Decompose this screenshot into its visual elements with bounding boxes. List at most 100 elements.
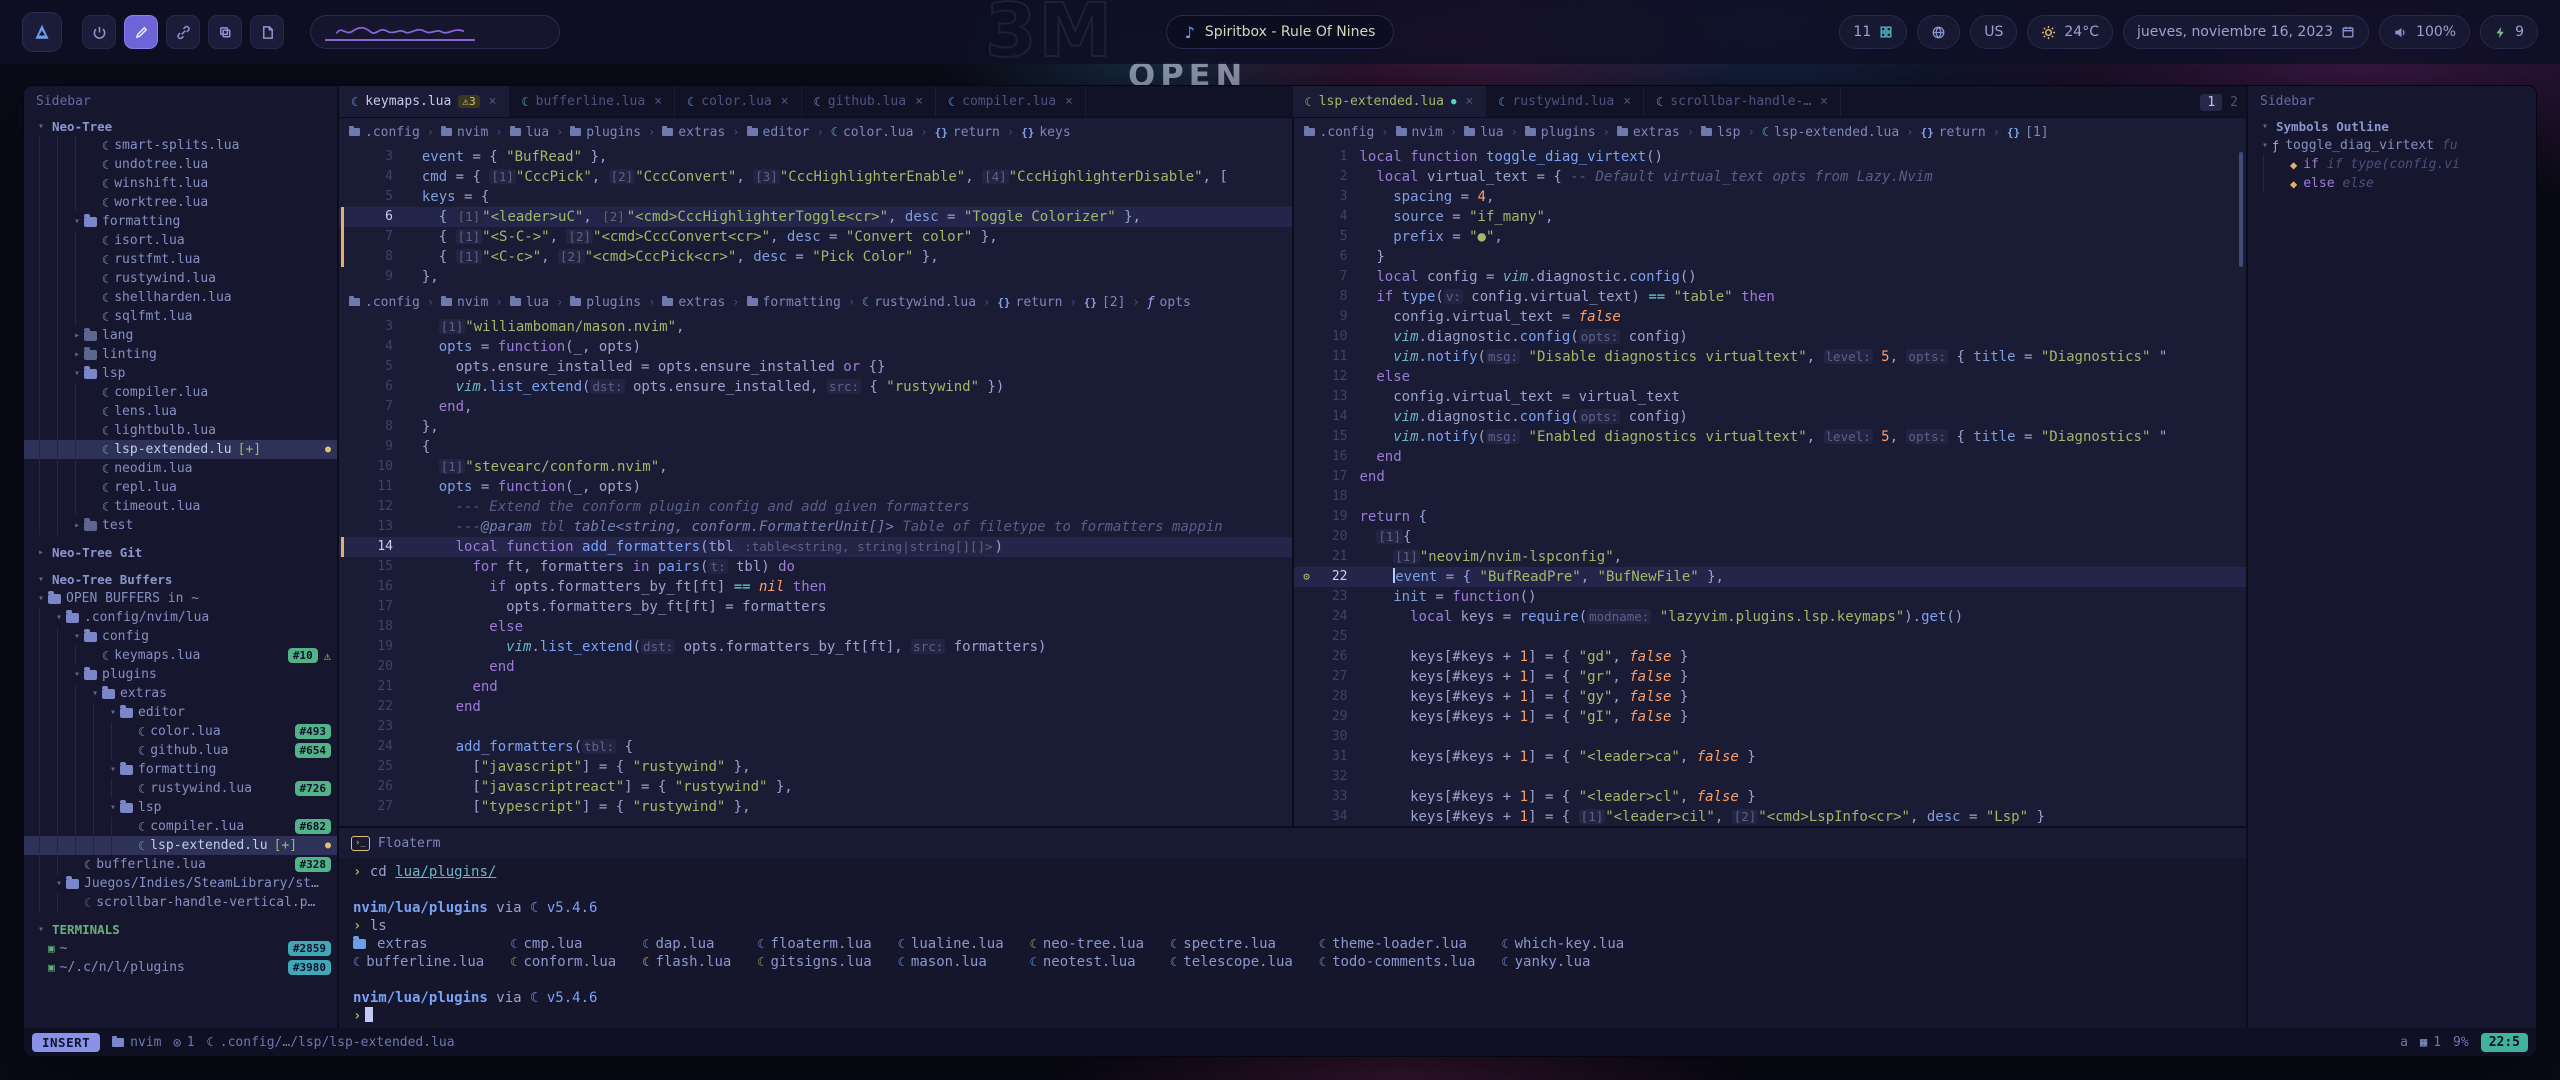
tree-item-plugins[interactable]: ▾plugins	[24, 665, 337, 684]
tree-item-.config/nvim/lua[interactable]: ▾.config/nvim/lua	[24, 608, 337, 627]
breadcrumb-segment[interactable]: {}[2]	[1084, 295, 1126, 310]
tree-item-lsp[interactable]: ▾lsp	[24, 798, 337, 817]
tab-bufferline.lua[interactable]: ☾bufferline.lua×	[509, 86, 675, 117]
tree-item-rustfmt.lua[interactable]: ☾rustfmt.lua	[24, 250, 337, 269]
outline-item-if[interactable]: ◆ifif type(config.vi	[2248, 155, 2536, 174]
symbols-outline-header[interactable]: ▾ Symbols Outline	[2248, 116, 2536, 136]
breadcrumb-segment[interactable]: {}return	[935, 125, 1000, 140]
breadcrumb-segment[interactable]: lua	[510, 295, 549, 310]
breadcrumb-segment[interactable]: plugins	[1525, 125, 1596, 140]
breadcrumb-segment[interactable]: lsp	[1701, 125, 1740, 140]
breadcrumb-segment[interactable]: ☾lsp-extended.lua	[1762, 125, 1899, 140]
breadcrumb-segment[interactable]: nvim	[441, 295, 488, 310]
editor-color-lua[interactable]: 3 event = { "BufRead" },4 cmd = { [1]"Cc…	[339, 146, 1292, 288]
tree-item-rustywind.lua[interactable]: ☾rustywind.lua#726	[24, 779, 337, 798]
file-button[interactable]	[250, 15, 284, 49]
tree-item-Juegos/Indies/SteamLibrary/st…[interactable]: ▾Juegos/Indies/SteamLibrary/st…	[24, 874, 337, 893]
tab-rustywind.lua[interactable]: ☾rustywind.lua×	[1486, 86, 1644, 117]
tree-item-color.lua[interactable]: ☾color.lua#493	[24, 722, 337, 741]
power-button[interactable]	[82, 15, 116, 49]
tab-close-icon[interactable]: ×	[1820, 94, 1828, 109]
tabpage-2[interactable]: 2	[2230, 95, 2238, 110]
tab-compiler.lua[interactable]: ☾compiler.lua×	[936, 86, 1086, 117]
outline-item-else[interactable]: ◆elseelse	[2248, 174, 2536, 193]
tree-item-lightbulb.lua[interactable]: ☾lightbulb.lua	[24, 421, 337, 440]
tree-item-extras[interactable]: ▾extras	[24, 684, 337, 703]
tree-item-test[interactable]: ▸test	[24, 516, 337, 535]
tab-github.lua[interactable]: ☾github.lua×	[802, 86, 936, 117]
tree-item-smart-splits.lua[interactable]: ☾smart-splits.lua	[24, 136, 337, 155]
tree-item-linting[interactable]: ▸linting	[24, 345, 337, 364]
breadcrumb-segment[interactable]: ☾color.lua	[831, 125, 914, 140]
tab-close-icon[interactable]: ×	[915, 94, 923, 109]
tree-item-config[interactable]: ▾config	[24, 627, 337, 646]
tree-item-lang[interactable]: ▸lang	[24, 326, 337, 345]
tab-lsp-extended.lua[interactable]: ☾lsp-extended.lua●×	[1293, 86, 1487, 117]
breadcrumb-segment[interactable]: nvim	[1396, 125, 1443, 140]
tree-item-bufferline.lua[interactable]: ☾bufferline.lua#328	[24, 855, 337, 874]
copy-button[interactable]	[208, 15, 242, 49]
now-playing-pill[interactable]: ♪ Spiritbox - Rule Of Nines	[1166, 15, 1395, 49]
breadcrumb-segment[interactable]: formatting	[747, 295, 841, 310]
breadcrumb-segment[interactable]: extras	[662, 125, 725, 140]
neotree-buffers-header[interactable]: ▾ Neo-Tree Buffers	[24, 569, 337, 589]
date-pill[interactable]: jueves, noviembre 16, 2023	[2123, 15, 2369, 49]
breadcrumb-segment[interactable]: .config	[349, 125, 420, 140]
breadcrumb-segment[interactable]: ☾rustywind.lua	[862, 295, 976, 310]
tree-item-compiler.lua[interactable]: ☾compiler.lua	[24, 383, 337, 402]
tabpage-1[interactable]: 1	[2200, 94, 2222, 111]
tab-close-icon[interactable]: ×	[781, 94, 789, 109]
neotree-section-header[interactable]: ▾ Neo-Tree	[24, 116, 337, 136]
tree-item-github.lua[interactable]: ☾github.lua#654	[24, 741, 337, 760]
breadcrumb-segment[interactable]: .config	[1304, 125, 1375, 140]
breadcrumb-segment[interactable]: {}return	[997, 295, 1062, 310]
launcher-button[interactable]	[22, 12, 62, 52]
tree-item-~[interactable]: ▣~#2859	[24, 939, 337, 958]
globe-pill[interactable]	[1917, 15, 1960, 49]
tree-item-rustywind.lua[interactable]: ☾rustywind.lua	[24, 269, 337, 288]
tab-close-icon[interactable]: ×	[654, 94, 662, 109]
terminals-header[interactable]: ▾ TERMINALS	[24, 919, 337, 939]
tree-item-undotree.lua[interactable]: ☾undotree.lua	[24, 155, 337, 174]
tree-item-scrollbar-handle-vertical.p…[interactable]: ☾scrollbar-handle-vertical.p…	[24, 893, 337, 912]
breadcrumb-segment[interactable]: ƒopts	[1147, 295, 1191, 310]
outline-item-toggle_diag_virtext[interactable]: ▾ƒtoggle_diag_virtextfu	[2248, 136, 2536, 155]
tree-item-editor[interactable]: ▾editor	[24, 703, 337, 722]
tab-close-icon[interactable]: ×	[1065, 94, 1073, 109]
breadcrumb-segment[interactable]: plugins	[570, 125, 641, 140]
tree-item-~/.c/n/l/plugins[interactable]: ▣~/.c/n/l/plugins#3980	[24, 958, 337, 977]
tree-item-sqlfmt.lua[interactable]: ☾sqlfmt.lua	[24, 307, 337, 326]
updates-pill[interactable]: 9	[2480, 15, 2538, 49]
breadcrumb-segment[interactable]: lua	[1464, 125, 1503, 140]
tree-item-repl.lua[interactable]: ☾repl.lua	[24, 478, 337, 497]
tab-keymaps.lua[interactable]: ☾keymaps.lua⚠3×	[339, 86, 509, 117]
tree-item-lens.lua[interactable]: ☾lens.lua	[24, 402, 337, 421]
tree-item-neodim.lua[interactable]: ☾neodim.lua	[24, 459, 337, 478]
tree-item-lsp-extended.lu[interactable]: ☾lsp-extended.lu[+]●	[24, 836, 337, 855]
breadcrumb-segment[interactable]: nvim	[441, 125, 488, 140]
pen-button[interactable]	[124, 15, 158, 49]
tree-item-lsp[interactable]: ▾lsp	[24, 364, 337, 383]
neotree-git-header[interactable]: ▸ Neo-Tree Git	[24, 542, 337, 562]
tree-item-worktree.lua[interactable]: ☾worktree.lua	[24, 193, 337, 212]
workspaces-pill[interactable]: 11	[1839, 15, 1907, 49]
tree-item-OPEN BUFFERS in ~[interactable]: ▾OPEN BUFFERS in ~	[24, 589, 337, 608]
breadcrumb-segment[interactable]: .config	[349, 295, 420, 310]
tab-scrollbar-handle-…[interactable]: ☾scrollbar-handle-…×	[1644, 86, 1841, 117]
tree-item-winshift.lua[interactable]: ☾winshift.lua	[24, 174, 337, 193]
tree-item-shellharden.lua[interactable]: ☾shellharden.lua	[24, 288, 337, 307]
breadcrumb-segment[interactable]: {}[1]	[2007, 125, 2049, 140]
topbar-input[interactable]	[310, 15, 560, 49]
weather-pill[interactable]: 24°C	[2027, 15, 2113, 49]
tree-item-isort.lua[interactable]: ☾isort.lua	[24, 231, 337, 250]
tab-color.lua[interactable]: ☾color.lua×	[675, 86, 802, 117]
keyboard-layout-pill[interactable]: US	[1970, 15, 2017, 49]
breadcrumb-segment[interactable]: plugins	[570, 295, 641, 310]
tree-item-formatting[interactable]: ▾formatting	[24, 212, 337, 231]
editor-rustywind-lua[interactable]: 3 [1]"williamboman/mason.nvim",4 opts = …	[339, 316, 1292, 826]
breadcrumb-segment[interactable]: editor	[747, 125, 810, 140]
tab-close-icon[interactable]: ×	[489, 94, 497, 109]
tree-item-keymaps.lua[interactable]: ☾keymaps.lua#10⚠	[24, 646, 337, 665]
tree-item-lsp-extended.lu[interactable]: ☾lsp-extended.lu[+]●	[24, 440, 337, 459]
tree-item-timeout.lua[interactable]: ☾timeout.lua	[24, 497, 337, 516]
